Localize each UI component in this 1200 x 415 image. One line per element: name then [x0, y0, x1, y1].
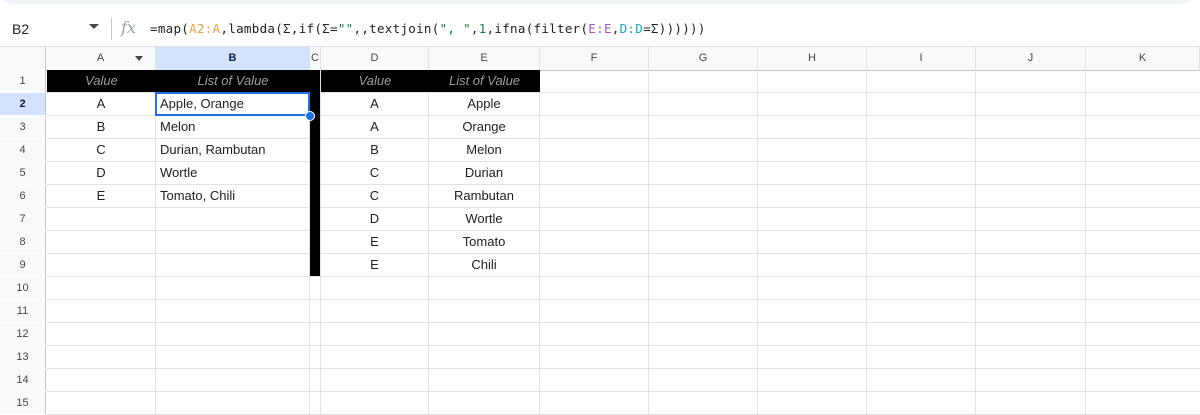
row-header-6[interactable]: 6	[0, 185, 46, 207]
column-letter: A	[96, 52, 105, 64]
table2-value-cell[interactable]: B	[321, 139, 428, 161]
name-box-dropdown-icon[interactable]	[89, 24, 99, 29]
row-header-9[interactable]: 9	[0, 254, 46, 276]
table2-list-cell[interactable]: Orange	[429, 116, 539, 138]
table2-list-cell[interactable]: Melon	[429, 139, 539, 161]
table1-value-cell[interactable]: A	[47, 93, 155, 115]
column-header-b[interactable]: B	[156, 47, 310, 70]
formula-bar-divider	[111, 18, 112, 40]
table2-list-cell[interactable]: Chili	[429, 254, 539, 276]
table2-value-cell[interactable]: E	[321, 254, 428, 276]
row-header-1[interactable]: 1	[0, 70, 46, 92]
fill-handle[interactable]	[305, 111, 315, 121]
filter-dropdown-icon[interactable]	[135, 56, 143, 61]
row-header-11[interactable]: 11	[0, 300, 46, 322]
table1-header-list[interactable]: List of Value	[156, 70, 310, 92]
table2-value-cell[interactable]: C	[321, 162, 428, 184]
row-header-15[interactable]: 15	[0, 392, 46, 414]
row-header-8[interactable]: 8	[0, 231, 46, 253]
column-header-k[interactable]: K	[1086, 47, 1200, 70]
table2-header-value[interactable]: Value	[321, 70, 429, 92]
column-header-f[interactable]: F	[540, 47, 649, 70]
column-header-e[interactable]: E	[429, 47, 540, 70]
table1-value-cell[interactable]: E	[47, 185, 155, 207]
row-header-10[interactable]: 10	[0, 277, 46, 299]
table1-list-cell[interactable]: Durian, Rambutan	[156, 139, 309, 161]
column-header-row: A B C D E F G H I J K	[0, 46, 1200, 71]
top-toolbar-edge	[0, 0, 1200, 6]
table2-list-cell[interactable]: Tomato	[429, 231, 539, 253]
formula-input[interactable]: =map(A2:A,lambda(Σ,if(Σ="",,textjoin(", …	[150, 21, 706, 36]
table1-value-cell[interactable]: C	[47, 139, 155, 161]
column-header-d[interactable]: D	[321, 47, 429, 70]
table2-list-cell[interactable]: Apple	[429, 93, 539, 115]
function-icon: fx	[121, 18, 136, 37]
table2-value-cell[interactable]: A	[321, 116, 428, 138]
table2-list-cell[interactable]: Durian	[429, 162, 539, 184]
name-box[interactable]: B2	[12, 21, 29, 37]
table2-header-list[interactable]: List of Value	[429, 70, 540, 92]
row-header-12[interactable]: 12	[0, 323, 46, 345]
table2-list-cell[interactable]: Wortle	[429, 208, 539, 230]
select-all-corner[interactable]	[0, 47, 46, 70]
table2-value-cell[interactable]: A	[321, 93, 428, 115]
row-header-3[interactable]: 3	[0, 116, 46, 138]
column-c-black-fill	[310, 70, 320, 276]
row-header-14[interactable]: 14	[0, 369, 46, 391]
column-header-g[interactable]: G	[649, 47, 758, 70]
row-header-4[interactable]: 4	[0, 139, 46, 161]
table2-value-cell[interactable]: D	[321, 208, 428, 230]
table2-list-cell[interactable]: Rambutan	[429, 185, 539, 207]
table1-header-value[interactable]: Value	[47, 70, 156, 92]
row-header-13[interactable]: 13	[0, 346, 46, 368]
table2-value-cell[interactable]: E	[321, 231, 428, 253]
table1-list-cell[interactable]: Wortle	[156, 162, 309, 184]
table1-list-cell[interactable]: Tomato, Chili	[156, 185, 309, 207]
column-header-c[interactable]: C	[310, 47, 321, 70]
column-header-j[interactable]: J	[976, 47, 1086, 70]
row-header-7[interactable]: 7	[0, 208, 46, 230]
row-header-5[interactable]: 5	[0, 162, 46, 184]
row-header-2[interactable]: 2	[0, 93, 46, 115]
table2-value-cell[interactable]: C	[321, 185, 428, 207]
column-header-i[interactable]: I	[867, 47, 976, 70]
column-header-a[interactable]: A	[46, 47, 156, 70]
column-header-h[interactable]: H	[758, 47, 867, 70]
table1-value-cell[interactable]: D	[47, 162, 155, 184]
table1-list-cell[interactable]: Melon	[156, 116, 309, 138]
cell-grid[interactable]: 1 2 3 4 5 6 7 8 9 10 11 12 13 14 15 Valu…	[0, 70, 1200, 415]
formula-bar: B2 fx =map(A2:A,lambda(Σ,if(Σ="",,textjo…	[0, 12, 1200, 46]
active-cell-b2[interactable]	[155, 92, 310, 116]
table1-value-cell[interactable]: B	[47, 116, 155, 138]
